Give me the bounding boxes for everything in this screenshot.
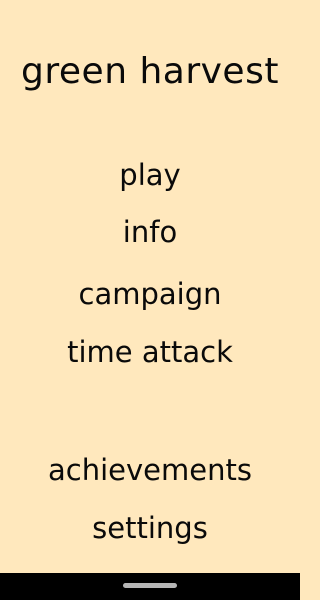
achievements-button[interactable]: achievements <box>0 451 300 489</box>
info-button[interactable]: info <box>0 213 300 251</box>
system-navigation-bar <box>0 573 300 600</box>
main-menu: play info campaign time attack achieveme… <box>0 0 300 573</box>
gesture-handle-icon[interactable] <box>123 583 177 588</box>
settings-button[interactable]: settings <box>0 509 300 547</box>
play-button[interactable]: play <box>0 156 300 194</box>
time-attack-button[interactable]: time attack <box>0 333 300 371</box>
main-menu-screen: green harvest play info campaign time at… <box>0 0 300 573</box>
campaign-button[interactable]: campaign <box>0 275 300 313</box>
